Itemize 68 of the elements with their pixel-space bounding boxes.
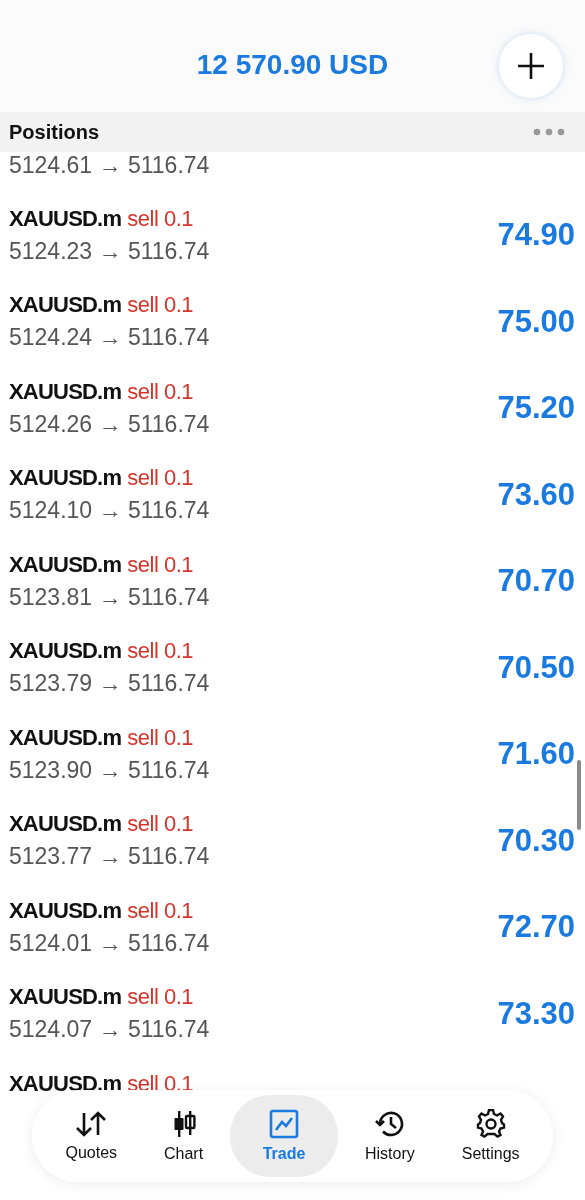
price-change: 5124.01 → 5116.74 <box>9 929 210 957</box>
more-icon[interactable] <box>533 128 565 136</box>
position-row[interactable]: 5124.61 → 5116.74 <box>0 152 585 192</box>
symbol-name: XAUUSD.m <box>9 551 122 577</box>
tab[interactable]: Settings <box>441 1095 540 1177</box>
trade-side: sell 0.1 <box>127 984 194 1010</box>
price-change: 5124.07 → 5116.74 <box>9 1016 210 1044</box>
profit-value: 70.70 <box>497 563 575 600</box>
profit-value: 70.50 <box>497 649 575 686</box>
symbol-name: XAUUSD.m <box>9 984 122 1010</box>
position-row[interactable]: XAUUSD.m sell 0.1 5123.81 → 5116.74 70.70 <box>0 538 585 625</box>
profit-value: 75.00 <box>497 303 575 340</box>
price-change: 5124.61 → 5116.74 <box>9 152 210 179</box>
position-row[interactable]: XAUUSD.m sell 0.1 5124.26 → 5116.74 75.20 <box>0 365 585 452</box>
plus-icon <box>516 51 546 81</box>
trade-side: sell 0.1 <box>127 1071 194 1096</box>
position-row[interactable]: XAUUSD.m sell 0.1 5123.77 → 5116.74 70.30 <box>0 797 585 884</box>
tab[interactable]: Chart <box>144 1095 224 1177</box>
line-chart-icon <box>269 1109 300 1139</box>
symbol-name: XAUUSD.m <box>9 638 122 664</box>
position-row[interactable]: XAUUSD.m sell 0.1 5124.23 → 5116.74 74.90 <box>0 192 585 279</box>
price-change: 5124.26 → 5116.74 <box>9 410 210 438</box>
account-balance: 12 570.90 USD <box>196 49 389 81</box>
profit-value: 70.30 <box>497 822 575 859</box>
tab[interactable]: Quotes <box>45 1095 138 1177</box>
trade-side: sell 0.1 <box>127 292 194 318</box>
symbol-name: XAUUSD.m <box>9 205 122 231</box>
trade-side: sell 0.1 <box>127 897 194 923</box>
symbol-name: XAUUSD.m <box>9 724 122 750</box>
trade-side: sell 0.1 <box>127 724 194 750</box>
position-row[interactable]: XAUUSD.m sell 0.1 5123.90 → 5116.74 71.60 <box>0 711 585 798</box>
section-title: Positions <box>9 120 99 144</box>
price-change: 5123.77 → 5116.74 <box>9 843 210 871</box>
profit-value: 74.90 <box>497 217 575 254</box>
profit-value: 73.30 <box>497 995 575 1032</box>
symbol-name: XAUUSD.m <box>9 811 122 837</box>
position-row[interactable]: XAUUSD.m sell 0.1 5124.10 → 5116.74 73.60 <box>0 451 585 538</box>
symbol-name: XAUUSD.m <box>9 292 122 318</box>
scrollbar-icon <box>577 760 581 830</box>
price-change: 5124.24 → 5116.74 <box>9 324 210 352</box>
price-change: 5123.81 → 5116.74 <box>9 583 210 611</box>
profit-value: 71.60 <box>497 736 575 773</box>
position-row[interactable]: XAUUSD.m sell 0.1 5123.79 → 5116.74 70.50 <box>0 624 585 711</box>
settings-icon <box>475 1109 506 1139</box>
trade-side: sell 0.1 <box>127 551 194 577</box>
price-change: 5124.23 → 5116.74 <box>9 237 210 265</box>
add-button[interactable] <box>499 34 563 98</box>
position-row[interactable]: XAUUSD.m sell 0.1 5124.01 → 5116.74 72.70 <box>0 884 585 971</box>
profit-value: 72.70 <box>497 909 575 946</box>
symbol-name: XAUUSD.m <box>9 378 122 404</box>
position-row[interactable]: XAUUSD.m sell 0.1 5124.24 → 5116.74 75.00 <box>0 278 585 365</box>
price-change: 5124.10 → 5116.74 <box>9 497 210 525</box>
price-change: 5123.90 → 5116.74 <box>9 756 210 784</box>
trade-side: sell 0.1 <box>127 205 194 231</box>
trade-side: sell 0.1 <box>127 638 194 664</box>
symbol-name: XAUUSD.m <box>9 465 122 491</box>
symbol-name: XAUUSD.m <box>9 897 122 923</box>
price-change: 5123.79 → 5116.74 <box>9 670 210 698</box>
history-clock-icon <box>373 1109 406 1139</box>
trade-side: sell 0.1 <box>127 811 194 837</box>
profit-value: 75.20 <box>497 390 575 427</box>
position-row[interactable]: XAUUSD.m sell 0.1 5124.07 → 5116.74 73.30 <box>0 970 585 1057</box>
symbol-name: XAUUSD.m <box>9 1071 122 1096</box>
trade-side: sell 0.1 <box>127 465 194 491</box>
profit-value: 73.60 <box>497 476 575 513</box>
trade-side: sell 0.1 <box>127 378 194 404</box>
tab[interactable]: Trade <box>230 1095 339 1177</box>
tab[interactable]: History <box>345 1095 435 1177</box>
